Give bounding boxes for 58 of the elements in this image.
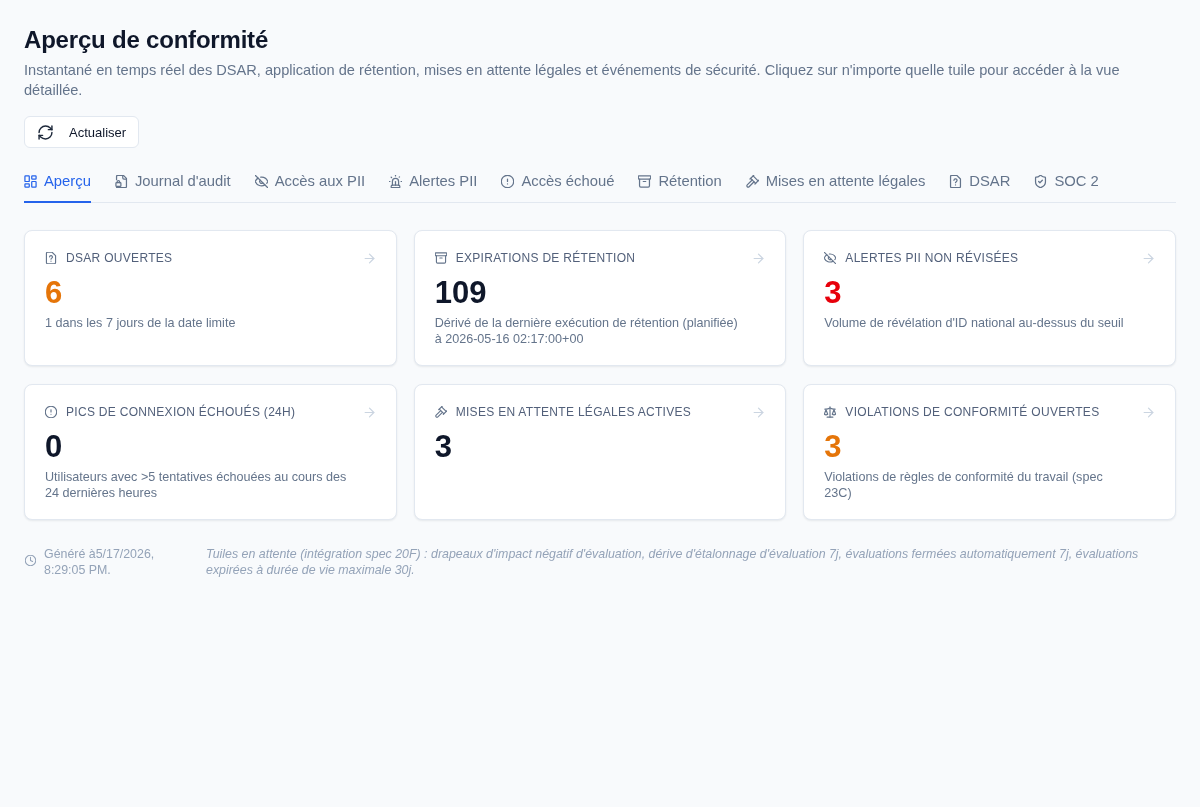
nav-tab[interactable]: Rétention: [638, 164, 722, 203]
page-subtitle: Instantané en temps réel des DSAR, application de rétention, mises en attente légales et événements de sécurité. Cliquez sur n'importe quelle tuile pour accéder à la vue détaillée.: [24, 61, 1121, 100]
nav-tab[interactable]: SOC 2: [1034, 164, 1099, 203]
arrow-right-icon: [752, 405, 766, 419]
nav-tab[interactable]: Journal d'audit: [114, 164, 231, 203]
balance-scale-icon: [824, 406, 837, 418]
nav-tab[interactable]: Accès aux PII: [254, 164, 366, 203]
archive-box-icon: [434, 252, 447, 264]
metric-tile[interactable]: VIOLATIONS DE CONFORMITÉ OUVERTES 3 Violations de règles de conformité du travail (spec 23C): [803, 384, 1176, 520]
arrow-right-icon: [362, 405, 376, 419]
arrow-right-icon: [752, 251, 766, 265]
nav-tab[interactable]: Aperçu: [24, 164, 91, 203]
arrow-right-icon: [1142, 251, 1155, 265]
tile-value: 6: [45, 275, 64, 311]
tile-value: 109: [434, 275, 488, 311]
crossed-eye-icon: [824, 252, 837, 264]
tile-value: 3: [434, 429, 453, 465]
metric-tile[interactable]: PICS DE CONNEXION ÉCHOUÉS (24H) 0 Utilisateurs avec >5 tentatives échouées au cours des 24 dernières heures: [24, 384, 397, 520]
metric-tile[interactable]: DSAR OUVERTES 6 1 dans les 7 jours de la date limite: [24, 230, 397, 366]
tile-value: 3: [824, 429, 843, 465]
clock-icon: [25, 555, 36, 566]
gavel-icon: [745, 174, 759, 188]
nav-tab[interactable]: Accès échoué: [501, 164, 615, 203]
file-question-icon: [45, 252, 57, 264]
tile-description: 1 dans les 7 jours de la date limite: [45, 315, 237, 331]
arrow-right-icon: [1142, 405, 1155, 419]
arrow-right-icon: [362, 251, 376, 265]
file-question-icon: [949, 174, 963, 188]
tile-label: MISES EN ATTENTE LÉGALES ACTIVES: [455, 405, 693, 419]
pending-tiles-note: Tuiles en attente (intégration spec 20F) : drapeaux d'impact négatif d'évaluation, dérive d'étalonnage d'évaluation 7j, évaluations fermées automatiquement 7j, évaluations expirées à durée de vie maximale 30j.: [206, 546, 1140, 578]
tile-description: Dérivé de la dernière exécution de rétention (planifiée) à 2026-05-16 02:17:00+00: [434, 315, 739, 347]
tile-label: PICS DE CONNEXION ÉCHOUÉS (24H): [66, 405, 297, 419]
tile-value: 3: [824, 275, 843, 311]
nav-tab[interactable]: Mises en attente légales: [745, 164, 926, 203]
page-title: Aperçu de conformité: [24, 25, 270, 55]
archive-box-icon: [638, 174, 652, 188]
tile-description: Violations de règles de conformité du travail (spec 23C): [824, 469, 1104, 501]
tile-description: Volume de révélation d'ID national au-dessus du seuil: [824, 315, 1125, 331]
file-lock-icon: [114, 174, 128, 188]
generated-timestamp: Généré à5/17/2026, 8:29:05 PM.: [44, 546, 156, 578]
metric-tile[interactable]: ALERTES PII NON RÉVISÉES 3 Volume de révélation d'ID national au-dessus du seuil: [803, 230, 1176, 366]
siren-icon: [389, 174, 403, 188]
refresh-button[interactable]: Actualiser: [24, 116, 140, 148]
shield-check-icon: [1034, 174, 1048, 188]
tile-label: VIOLATIONS DE CONFORMITÉ OUVERTES: [845, 405, 1101, 419]
tile-label: DSAR OUVERTES: [66, 251, 174, 265]
tile-value: 0: [45, 429, 64, 465]
nav-tab[interactable]: DSAR: [949, 164, 1011, 203]
tile-description: Utilisateurs avec >5 tentatives échouées au cours des 24 dernières heures: [45, 469, 348, 501]
crossed-eye-icon: [254, 174, 268, 188]
grid-icon: [24, 174, 37, 188]
nav-tab[interactable]: Alertes PII: [389, 164, 478, 203]
metric-tile[interactable]: MISES EN ATTENTE LÉGALES ACTIVES 3: [413, 384, 787, 520]
tile-label: EXPIRATIONS DE RÉTENTION: [455, 251, 637, 265]
gavel-icon: [434, 406, 447, 418]
refresh-icon: [38, 124, 53, 140]
metric-tile[interactable]: EXPIRATIONS DE RÉTENTION 109 Dérivé de la dernière exécution de rétention (planifiée) à 2026-05-16 02:17:00+00: [413, 230, 787, 366]
tile-label: ALERTES PII NON RÉVISÉES: [845, 251, 1020, 265]
